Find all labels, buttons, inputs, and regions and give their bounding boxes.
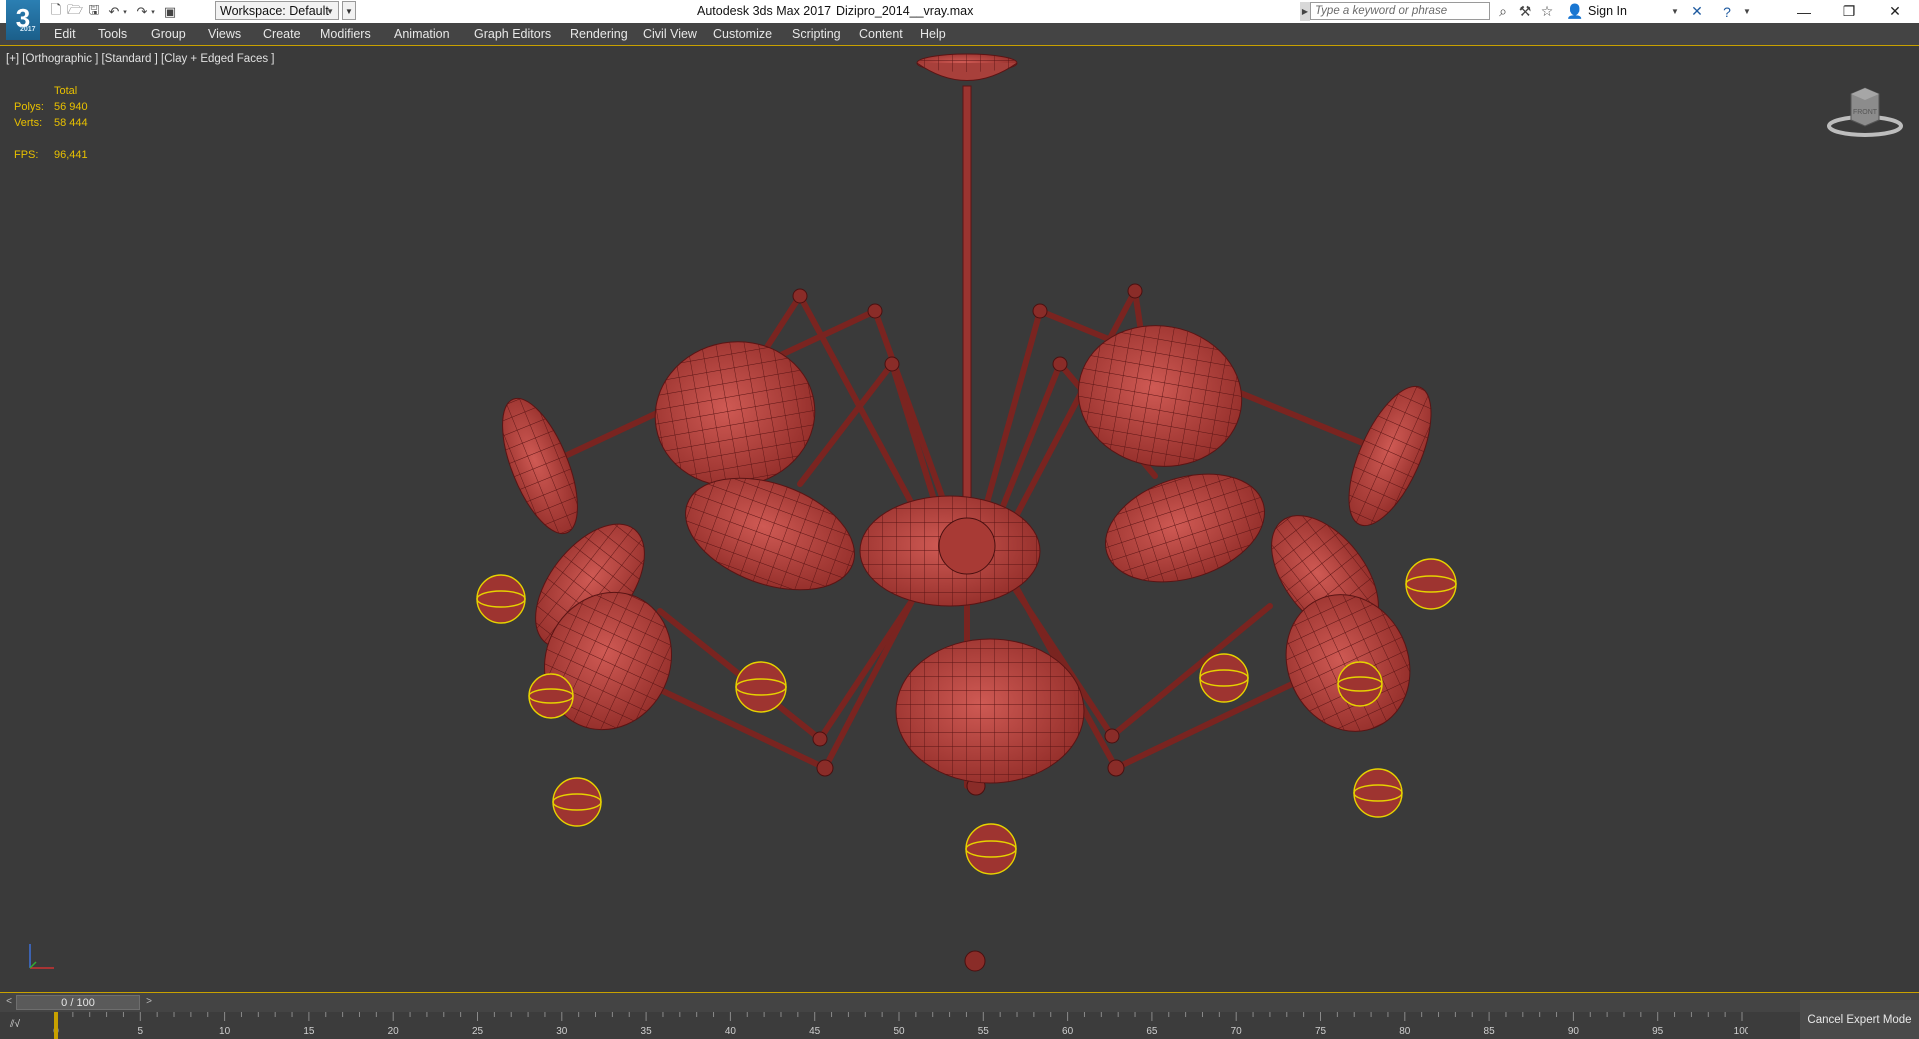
lamp-shade[interactable] xyxy=(1067,313,1253,479)
restore-button[interactable]: ❐ xyxy=(1826,0,1872,23)
chandelier-model[interactable] xyxy=(0,46,1919,992)
menu-graph-editors[interactable]: Graph Editors xyxy=(474,27,551,41)
menu-help[interactable]: Help xyxy=(920,27,946,41)
workspace-selector[interactable]: Workspace: Default ▼ xyxy=(215,1,339,20)
cancel-expert-mode-button[interactable]: Cancel Expert Mode xyxy=(1800,1000,1919,1039)
center-rod[interactable] xyxy=(962,85,972,529)
stats-header: Total xyxy=(54,85,78,97)
fps-label: FPS: xyxy=(14,149,39,161)
binoculars-icon[interactable]: ⌕ xyxy=(1494,3,1512,20)
close-button[interactable]: ✕ xyxy=(1872,0,1918,23)
project-folder-icon[interactable]: ▣ xyxy=(161,3,179,20)
ruler-tick-label: 25 xyxy=(472,1026,484,1037)
previous-frame-icon[interactable]: < xyxy=(2,995,16,1009)
favorites-star-icon[interactable]: ☆ xyxy=(1538,3,1556,20)
ruler-tick-label: 35 xyxy=(641,1026,653,1037)
menu-customize[interactable]: Customize xyxy=(713,27,772,41)
title-bar: 3 2017 🗋 🗁 🖫 ↶ ▾ ↷ ▾ ▣ Workspace: Default… xyxy=(0,0,1919,40)
chevron-down-icon: ▼ xyxy=(326,7,334,16)
exchange-apps-icon[interactable]: ✕ xyxy=(1688,3,1706,20)
redo-dropdown-icon[interactable]: ▾ xyxy=(149,3,157,20)
app-logo-icon[interactable]: 3 2017 xyxy=(6,0,40,40)
ruler-tick-label: 60 xyxy=(1062,1026,1074,1037)
verts-value: 58 444 xyxy=(54,117,88,129)
menu-rendering[interactable]: Rendering xyxy=(570,27,628,41)
ruler-tick-label: 10 xyxy=(219,1026,231,1037)
menu-scripting[interactable]: Scripting xyxy=(792,27,841,41)
search-input[interactable]: Type a keyword or phrase xyxy=(1310,2,1490,20)
save-file-icon[interactable]: 🖫 xyxy=(85,2,103,20)
polys-value: 56 940 xyxy=(54,101,88,113)
ruler-tick-label: 50 xyxy=(893,1026,905,1037)
lamp-shade[interactable] xyxy=(1264,574,1432,752)
ruler-tick-label: 55 xyxy=(978,1026,990,1037)
search-expand-icon[interactable]: ▶ xyxy=(1300,2,1310,21)
ruler-tick-label: 70 xyxy=(1231,1026,1243,1037)
ruler-tick-label: 80 xyxy=(1399,1026,1411,1037)
axis-tripod-icon xyxy=(29,944,54,969)
ruler-tick-label: 40 xyxy=(725,1026,737,1037)
ruler-tick-label: 85 xyxy=(1484,1026,1496,1037)
menu-content[interactable]: Content xyxy=(859,27,903,41)
ruler-tick-label: 75 xyxy=(1315,1026,1327,1037)
viewport-front[interactable]: [+] [Orthographic ] [Standard ] [Clay + … xyxy=(0,46,1919,992)
help-dropdown-icon[interactable]: ▼ xyxy=(1738,3,1756,20)
central-hub[interactable] xyxy=(859,495,1041,607)
ruler-tick-label: 95 xyxy=(1652,1026,1664,1037)
ruler-tick-label: 5 xyxy=(138,1026,144,1037)
ceiling-canopy[interactable] xyxy=(916,53,1018,81)
time-slider[interactable]: 0 / 100 xyxy=(16,995,140,1010)
lamp-shade[interactable] xyxy=(1092,455,1279,601)
viewcube-face-label: FRONT xyxy=(1853,109,1878,116)
menu-modifiers[interactable]: Modifiers xyxy=(320,27,371,41)
communication-center-icon[interactable]: ⚒ xyxy=(1516,3,1534,20)
file-name: Dizipro_2014__vray.max xyxy=(836,4,974,18)
sign-in-link[interactable]: Sign In xyxy=(1588,4,1627,18)
lamp-shade[interactable] xyxy=(1332,375,1448,536)
time-slider-bar: < 0 / 100 > xyxy=(0,992,1919,1012)
help-icon[interactable]: ? xyxy=(1718,3,1736,20)
ruler-tick-label: 45 xyxy=(809,1026,821,1037)
ruler-tick-label: 90 xyxy=(1568,1026,1580,1037)
verts-label: Verts: xyxy=(14,117,43,129)
ruler-tick-label: 30 xyxy=(556,1026,568,1037)
menu-edit[interactable]: Edit xyxy=(54,27,76,41)
curve-editor-icon[interactable]: ⫽√ xyxy=(10,1019,20,1030)
quick-access-menu-icon[interactable]: ▼ xyxy=(342,1,356,20)
ruler-tick-label: 65 xyxy=(1146,1026,1158,1037)
lamp-shade[interactable] xyxy=(895,638,1085,784)
menu-civil-view[interactable]: Civil View xyxy=(643,27,697,41)
workspace-label: Workspace: Default xyxy=(220,4,329,18)
app-title: Autodesk 3ds Max 2017 xyxy=(697,4,832,18)
menu-animation[interactable]: Animation xyxy=(394,27,450,41)
new-file-icon[interactable]: 🗋 xyxy=(47,2,65,20)
next-frame-icon[interactable]: > xyxy=(142,995,156,1009)
menu-create[interactable]: Create xyxy=(263,27,301,41)
ruler-tick-label: 100 xyxy=(1734,1026,1748,1037)
bottom-finial xyxy=(964,950,986,972)
current-frame-marker[interactable] xyxy=(54,1012,58,1039)
open-file-icon[interactable]: 🗁 xyxy=(66,2,84,20)
track-bar[interactable]: ⫽√ 0510152025303540455055606570758085909… xyxy=(0,1012,1919,1039)
viewport-label[interactable]: [+] [Orthographic ] [Standard ] [Clay + … xyxy=(6,53,274,65)
timeline-ruler[interactable]: 0510152025303540455055606570758085909510… xyxy=(48,1012,1748,1039)
polys-label: Polys: xyxy=(14,101,44,113)
fps-value: 96,441 xyxy=(54,149,88,161)
ruler-tick-label: 15 xyxy=(303,1026,315,1037)
lamp-shade[interactable] xyxy=(487,389,593,543)
menu-group[interactable]: Group xyxy=(151,27,186,41)
undo-dropdown-icon[interactable]: ▾ xyxy=(121,3,129,20)
user-icon[interactable]: 👤 xyxy=(1566,3,1584,20)
sign-in-dropdown-icon[interactable]: ▼ xyxy=(1666,3,1684,20)
menu-tools[interactable]: Tools xyxy=(98,27,127,41)
menu-views[interactable]: Views xyxy=(208,27,241,41)
ruler-tick-label: 20 xyxy=(388,1026,400,1037)
menu-bar: Edit Tools Group Views Create Modifiers … xyxy=(0,23,1919,46)
viewcube[interactable]: FRONT xyxy=(1825,82,1905,142)
lamp-shade[interactable] xyxy=(644,329,827,499)
minimize-button[interactable]: — xyxy=(1781,0,1827,23)
